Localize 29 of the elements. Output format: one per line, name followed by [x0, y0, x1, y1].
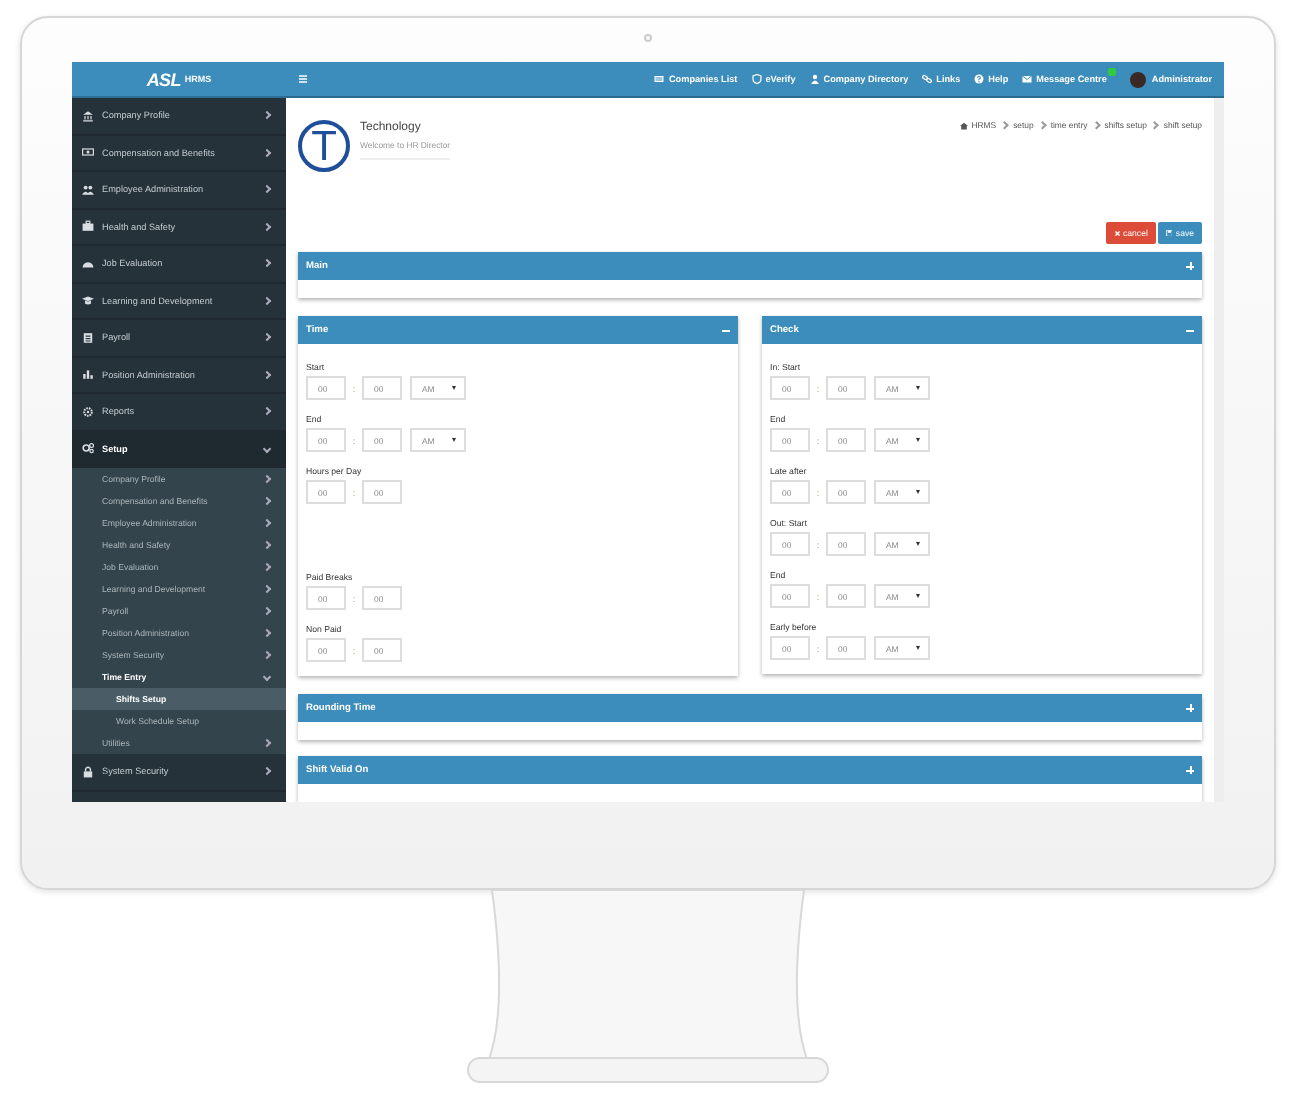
lock-icon	[82, 765, 94, 778]
chevron-icon	[1092, 121, 1100, 129]
banknote-icon	[82, 146, 94, 159]
company-logo: T	[298, 120, 350, 172]
chevron-icon	[1038, 121, 1046, 129]
link-icon	[922, 74, 933, 84]
briefcase-icon	[82, 220, 94, 233]
avatar-icon	[1129, 71, 1146, 87]
people-icon	[82, 183, 94, 196]
chevron-icon	[1001, 121, 1009, 129]
mail-icon	[1022, 74, 1033, 84]
chevron-icon	[1151, 121, 1159, 129]
home-icon	[959, 121, 968, 129]
list-icon	[654, 74, 665, 84]
help-icon	[974, 74, 985, 84]
brand-logo: ASL	[146, 69, 181, 89]
gears-icon	[82, 442, 94, 455]
user-icon	[809, 74, 820, 84]
camera-icon	[644, 34, 652, 42]
bar-chart-icon	[82, 368, 94, 381]
close-icon	[1113, 229, 1120, 237]
shield-icon	[751, 74, 762, 84]
gauge-icon	[82, 257, 94, 270]
graduation-cap-icon	[82, 294, 94, 307]
gear-icon	[82, 405, 94, 418]
sheet-icon	[82, 331, 94, 344]
building-icon	[82, 109, 94, 122]
floppy-icon	[1165, 229, 1173, 237]
menu-icon	[298, 74, 308, 84]
